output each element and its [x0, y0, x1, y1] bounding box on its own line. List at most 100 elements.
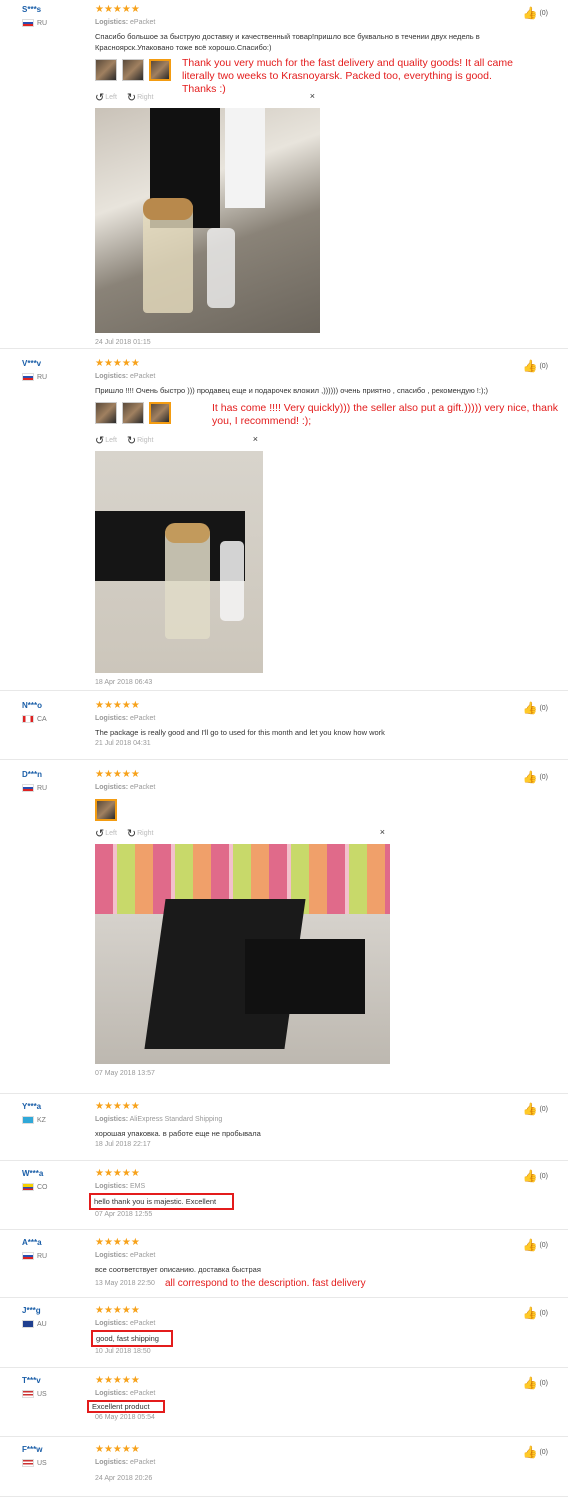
review-item: F***w US ★★★★★ Logistics: ePacket 24 Apr…	[0, 1437, 568, 1497]
helpful-count: (0)	[539, 1309, 548, 1317]
review-item: Y***a KZ ★★★★★ Logistics: AliExpress Sta…	[0, 1094, 568, 1161]
thumbs-up-icon[interactable]: 👍	[522, 359, 537, 373]
star-rating: ★★★★★	[95, 700, 140, 711]
reviewer-name[interactable]: A***a	[22, 1238, 47, 1247]
review-date: 07 May 2018 13:57	[95, 1070, 155, 1077]
review-text: Excellent product	[87, 1400, 165, 1413]
helpful-button[interactable]: 👍 (0)	[522, 1306, 548, 1320]
flag-ru-icon	[22, 1252, 34, 1260]
review-date: 07 Apr 2018 12:55	[95, 1211, 153, 1218]
helpful-count: (0)	[539, 362, 548, 370]
photo-thumbnail[interactable]	[95, 59, 117, 81]
review-item: A***a RU ★★★★★ Logistics: ePacket все со…	[0, 1230, 568, 1298]
logistics-info: Logistics: ePacket	[95, 1252, 156, 1259]
rotate-left-icon[interactable]: ↺	[95, 827, 104, 840]
helpful-button[interactable]: 👍 (0)	[522, 359, 548, 373]
translation-annotation: all correspond to the description. fast …	[164, 1278, 366, 1289]
photo-thumbnail[interactable]	[149, 59, 171, 81]
photo-thumbnail[interactable]	[122, 59, 144, 81]
rotate-right-label[interactable]: Right	[137, 94, 153, 101]
reviewer-name[interactable]: F***w	[22, 1445, 47, 1454]
close-icon[interactable]: ×	[253, 434, 258, 444]
review-photo	[95, 108, 320, 333]
thumbs-up-icon[interactable]: 👍	[522, 1306, 537, 1320]
logistics-info: Logistics: ePacket	[95, 373, 156, 380]
reviewer-name[interactable]: W***a	[22, 1169, 48, 1178]
rotate-right-icon[interactable]: ↻	[127, 827, 136, 840]
thumbs-up-icon[interactable]: 👍	[522, 1445, 537, 1459]
reviewer-name[interactable]: V***v	[22, 359, 47, 368]
helpful-count: (0)	[539, 704, 548, 712]
photo-thumbnail[interactable]	[122, 402, 144, 424]
reviewer-info: S***s RU	[22, 5, 47, 27]
flag-ca-icon	[22, 715, 34, 723]
close-icon[interactable]: ×	[380, 827, 385, 837]
country-code: RU	[37, 1252, 48, 1260]
country-code: CA	[37, 715, 47, 723]
reviewer-name[interactable]: S***s	[22, 5, 47, 14]
country-code: US	[37, 1390, 47, 1398]
logistics-info: Logistics: ePacket	[95, 19, 156, 26]
flag-us-icon	[22, 1459, 34, 1467]
review-item: S***s RU ★★★★★ Logistics: ePacket Спасиб…	[0, 0, 568, 349]
country-code: KZ	[37, 1116, 46, 1124]
reviewer-name[interactable]: J***g	[22, 1306, 47, 1315]
translation-annotation: It has come !!!! Very quickly))) the sel…	[212, 402, 559, 427]
helpful-button[interactable]: 👍 (0)	[522, 1169, 548, 1183]
review-date: 18 Jul 2018 22:17	[95, 1141, 151, 1148]
review-photo	[95, 844, 390, 1064]
helpful-button[interactable]: 👍 (0)	[522, 1102, 548, 1116]
close-icon[interactable]: ×	[310, 91, 315, 101]
rotate-left-label[interactable]: Left	[105, 94, 117, 101]
thumbs-up-icon[interactable]: 👍	[522, 1169, 537, 1183]
rotate-left-icon[interactable]: ↺	[95, 91, 104, 104]
flag-au-icon	[22, 1320, 34, 1328]
rotate-left-icon[interactable]: ↺	[95, 434, 104, 447]
photo-thumbnail[interactable]	[149, 402, 171, 424]
reviewer-name[interactable]: D***n	[22, 770, 47, 779]
flag-ru-icon	[22, 373, 34, 381]
reviewer-name[interactable]: N***o	[22, 701, 47, 710]
thumbs-up-icon[interactable]: 👍	[522, 701, 537, 715]
star-rating: ★★★★★	[95, 358, 140, 369]
photo-thumbnail[interactable]	[95, 799, 117, 821]
review-photo	[95, 451, 263, 673]
helpful-button[interactable]: 👍 (0)	[522, 1445, 548, 1459]
rotate-right-icon[interactable]: ↻	[127, 91, 136, 104]
review-item: T***v US ★★★★★ Logistics: ePacket Excell…	[0, 1368, 568, 1437]
thumbs-up-icon[interactable]: 👍	[522, 770, 537, 784]
thumbs-up-icon[interactable]: 👍	[522, 1102, 537, 1116]
country-code: RU	[37, 373, 48, 381]
logistics-info: Logistics: AliExpress Standard Shipping	[95, 1116, 223, 1123]
country-code: RU	[37, 784, 48, 792]
rotate-left-label[interactable]: Left	[105, 830, 117, 837]
thumbs-up-icon[interactable]: 👍	[522, 1238, 537, 1252]
reviewer-name[interactable]: Y***a	[22, 1102, 46, 1111]
star-rating: ★★★★★	[95, 1101, 140, 1112]
helpful-button[interactable]: 👍 (0)	[522, 6, 548, 20]
helpful-count: (0)	[539, 1105, 548, 1113]
rotate-right-label[interactable]: Right	[137, 830, 153, 837]
rotate-left-label[interactable]: Left	[105, 437, 117, 444]
helpful-button[interactable]: 👍 (0)	[522, 770, 548, 784]
thumbs-up-icon[interactable]: 👍	[522, 6, 537, 20]
helpful-count: (0)	[539, 1241, 548, 1249]
helpful-button[interactable]: 👍 (0)	[522, 701, 548, 715]
review-item: D***n RU ★★★★★ Logistics: ePacket ↺ Left …	[0, 760, 568, 1094]
rotate-right-icon[interactable]: ↻	[127, 434, 136, 447]
photo-thumbnail[interactable]	[95, 402, 117, 424]
review-date: 24 Jul 2018 01:15	[95, 339, 151, 346]
helpful-button[interactable]: 👍 (0)	[522, 1238, 548, 1252]
review-text: good, fast shipping	[91, 1330, 173, 1347]
helpful-count: (0)	[539, 1172, 548, 1180]
flag-us-icon	[22, 1390, 34, 1398]
thumbs-up-icon[interactable]: 👍	[522, 1376, 537, 1390]
reviewer-name[interactable]: T***v	[22, 1376, 47, 1385]
rotate-right-label[interactable]: Right	[137, 437, 153, 444]
review-item: N***o CA ★★★★★ Logistics: ePacket The pa…	[0, 691, 568, 760]
helpful-count: (0)	[539, 9, 548, 17]
star-rating: ★★★★★	[95, 4, 140, 15]
helpful-count: (0)	[539, 1448, 548, 1456]
review-date: 10 Jul 2018 18:50	[95, 1348, 151, 1355]
helpful-button[interactable]: 👍 (0)	[522, 1376, 548, 1390]
